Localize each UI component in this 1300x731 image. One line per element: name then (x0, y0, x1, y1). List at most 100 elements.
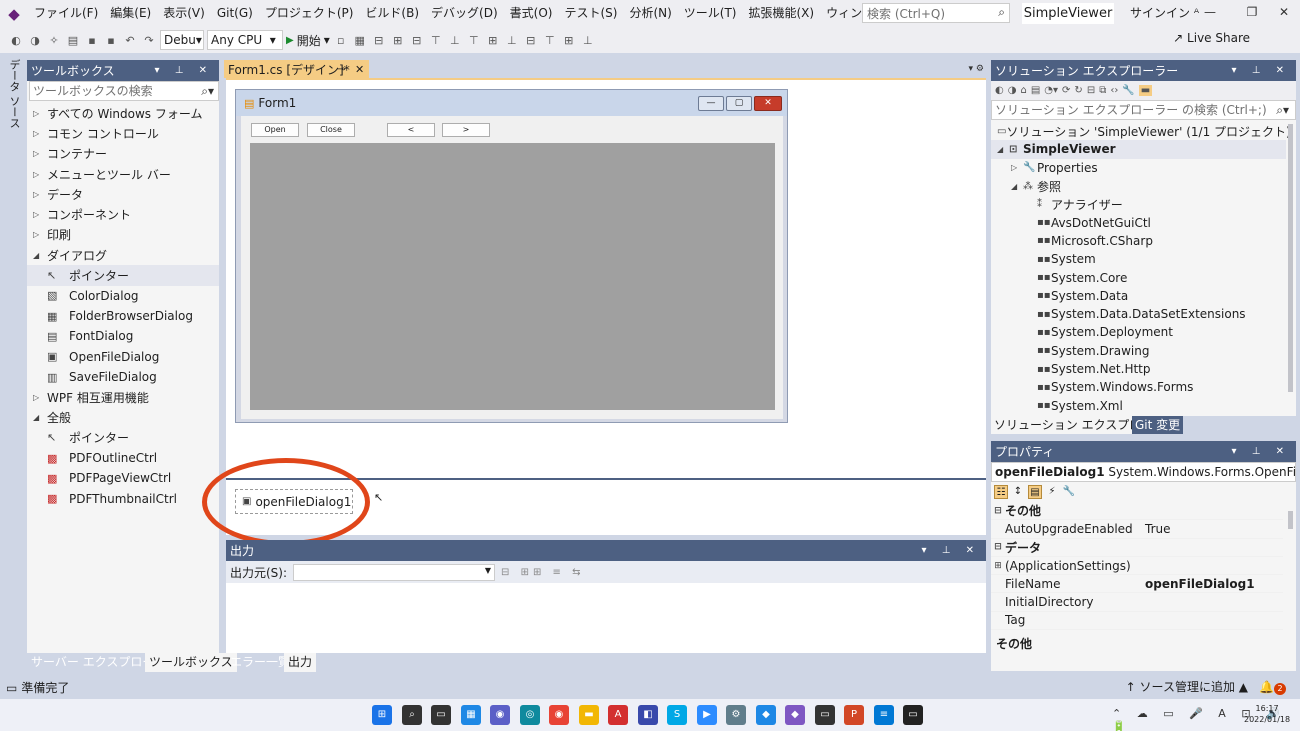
pending-changes-icon[interactable]: ◔▾ (1044, 85, 1058, 96)
solution-tree-item[interactable]: ▪▪ Microsoft.CSharp (991, 232, 1286, 250)
switch-views-icon[interactable]: ▤ (1031, 85, 1040, 96)
close-icon[interactable]: ✕ (355, 63, 364, 76)
property-row[interactable]: AutoUpgradeEnabled True (991, 520, 1283, 539)
refresh-icon[interactable]: ↻ (1074, 85, 1082, 96)
edge-icon[interactable]: ◎ (520, 705, 540, 725)
output-toolbar-icons[interactable]: ⊟ ⊞⊞ ≡ ⇆ (501, 567, 584, 578)
tab-form1-design[interactable]: Form1.cs [デザイン]* ⊸ ✕ (224, 60, 369, 78)
picture-box[interactable] (250, 143, 775, 410)
data-sources-strip[interactable]: データ ソース (0, 53, 24, 676)
toolbox-category[interactable]: ▷ データ (27, 184, 219, 204)
toolbox-item[interactable]: ▩ PDFOutlineCtrl (27, 448, 219, 468)
acrobat-icon[interactable]: A (608, 705, 628, 725)
restore-window-button[interactable]: ❐ (1238, 0, 1266, 27)
open-button[interactable]: Open (251, 123, 299, 137)
solution-explorer-scrollbar[interactable] (1288, 124, 1293, 392)
tab-overflow-icon[interactable]: ▾ ⚙ (969, 64, 984, 74)
notifications-button[interactable]: 🔔 2 (1259, 680, 1286, 695)
vscode-icon[interactable]: ◆ (756, 705, 776, 725)
output-source-dropdown[interactable]: ▼ (293, 563, 496, 581)
property-row[interactable]: Tag (991, 612, 1283, 631)
windows-start-icon[interactable]: ⊞ (372, 705, 392, 725)
close-button[interactable]: Close (307, 123, 355, 137)
visual-studio-icon[interactable]: ◆ (785, 705, 805, 725)
solution-tree-item[interactable]: ▪▪ System.Xml (991, 396, 1286, 414)
panel-controls[interactable]: ▾ ⊥ ✕ (1232, 60, 1290, 81)
property-row[interactable]: InitialDirectory (991, 593, 1283, 612)
menu-item[interactable]: ツール(T) (678, 0, 743, 27)
file-explorer-icon[interactable]: ▬ (579, 705, 599, 725)
solution-tree-item[interactable]: ◢ ⊡ SimpleViewer (991, 140, 1286, 159)
panel-controls[interactable]: ▾ ⊥ ✕ (1232, 441, 1290, 462)
menu-item[interactable]: デバッグ(D) (425, 0, 504, 27)
toolbox-category[interactable]: ◢ ダイアログ (27, 245, 219, 265)
back-icon[interactable]: ◐ (8, 32, 24, 48)
open-file-icon[interactable]: ▤ (65, 32, 81, 48)
start-debugging-button[interactable]: ▶ 開始 ▾ (286, 32, 330, 49)
toolbox-item[interactable]: ▥ SaveFileDialog (27, 367, 219, 387)
solution-tree-item[interactable]: ▭ ソリューション 'SimpleViewer' (1/1 プロジェクト) (991, 122, 1291, 140)
menu-item[interactable]: 分析(N) (623, 0, 677, 27)
show-all-files-icon[interactable]: ⧉ (1099, 85, 1106, 96)
toolbox-category[interactable]: ▷ コンテナー (27, 144, 219, 164)
expand-collapse-icon[interactable]: ⊟ (991, 506, 1005, 516)
toolbox-item[interactable]: ▩ PDFPageViewCtrl (27, 468, 219, 488)
solution-tree-item[interactable]: ▪▪ System.Net.Http (991, 360, 1286, 378)
skype-icon[interactable]: S (667, 705, 687, 725)
task-view-icon[interactable]: ▭ (431, 705, 451, 725)
tab-output[interactable]: 出力 (284, 653, 317, 672)
property-grid-scrollbar[interactable] (1288, 511, 1293, 529)
search-icon[interactable]: ⌕ (402, 705, 422, 725)
toolbar-icon[interactable]: ▫ (333, 32, 349, 48)
sync-icon[interactable]: ⟳ (1062, 85, 1070, 96)
property-row[interactable]: ⊞ (ApplicationSettings) (991, 557, 1283, 576)
align-icon[interactable]: ⊞ (390, 32, 406, 48)
data-sources-tab[interactable]: データ ソース (6, 59, 22, 129)
property-pages-icon[interactable]: 🔧 (1062, 485, 1076, 499)
menu-item[interactable]: プロジェクト(P) (259, 0, 360, 27)
solution-tree-item[interactable]: ▪▪ AvsDotNetGuiCtl (991, 213, 1286, 231)
preview-icon[interactable]: ▬ (1138, 85, 1153, 96)
toolbox-item[interactable]: ▣ OpenFileDialog (27, 347, 219, 367)
solution-tree-item[interactable]: ⁑ アナライザー (991, 195, 1286, 213)
property-value[interactable]: openFileDialog1 (1141, 577, 1283, 591)
home-icon[interactable]: ⌂ (1020, 85, 1026, 96)
solution-tree-item[interactable]: ▪▪ System.Data (991, 287, 1286, 305)
settings-icon[interactable]: ⚙ (726, 705, 746, 725)
solution-tree-item[interactable]: ▪▪ System.Data.DataSetExtensions (991, 305, 1286, 323)
align-icon[interactable]: ⊟ (523, 32, 539, 48)
visual-studio-logo-icon[interactable]: ◆ (0, 0, 28, 27)
toolbox-item[interactable]: ▤ FontDialog (27, 326, 219, 346)
properties-wrench-icon[interactable]: 🔧 (1122, 85, 1134, 96)
expanded-arrow-icon[interactable]: ◢ (997, 145, 1009, 154)
toolbar-icon[interactable]: ▦ (352, 32, 368, 48)
view-code-icon[interactable]: ‹› (1110, 85, 1118, 96)
pin-icon[interactable]: ⊸ (337, 64, 345, 75)
close-window-button[interactable]: ✕ (1270, 0, 1298, 27)
form1-window[interactable]: ▤ Form1 — ▢ ✕ Open Close < > (235, 89, 788, 423)
categorized-icon[interactable]: ☷ (994, 485, 1008, 499)
toolbox-category[interactable]: ▷ 印刷 (27, 225, 219, 245)
property-category[interactable]: ⊟ データ (991, 539, 1283, 557)
menu-item[interactable]: テスト(S) (558, 0, 623, 27)
menu-item[interactable]: ビルド(B) (359, 0, 425, 27)
properties-object-selector[interactable]: openFileDialog1 System.Windows.Forms.Ope… (991, 462, 1296, 482)
zoom-icon[interactable]: ▶ (697, 705, 717, 725)
toolbox-item[interactable]: ▧ ColorDialog (27, 286, 219, 306)
configuration-dropdown[interactable]: Debu ▾ (160, 30, 204, 50)
solution-explorer-toolbar[interactable]: ◐ ◑ ⌂ ▤ ◔▾ ⟳ ↻ ⊟ ⧉ ‹› 🔧 ▬ (991, 81, 1296, 100)
solution-tree-item[interactable]: ▪▪ System.Core (991, 268, 1286, 286)
widgets-icon[interactable]: ▦ (461, 705, 481, 725)
property-row[interactable]: FileName openFileDialog1 (991, 575, 1283, 594)
align-icon[interactable]: ⊤ (466, 32, 482, 48)
align-icon[interactable]: ⊞ (485, 32, 501, 48)
app-icon[interactable]: ◧ (638, 705, 658, 725)
menu-item[interactable]: 編集(E) (104, 0, 157, 27)
toolbox-item[interactable]: ▦ FolderBrowserDialog (27, 306, 219, 326)
toolbox-category[interactable]: ▷ メニューとツール バー (27, 164, 219, 184)
align-icon[interactable]: ⊞ (561, 32, 577, 48)
property-value[interactable]: True (1141, 522, 1283, 536)
panel-controls[interactable]: ▾ ⊥ ✕ (155, 60, 213, 81)
toolbox-search-input[interactable]: ツールボックスの検索 ⌕▾ (29, 81, 219, 101)
align-icon[interactable]: ⊟ (371, 32, 387, 48)
